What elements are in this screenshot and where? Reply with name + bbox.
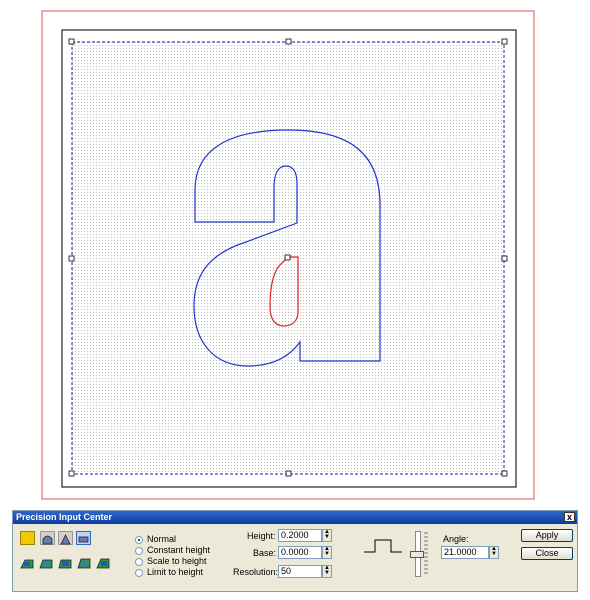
resolution-label: Resolution: xyxy=(233,567,279,577)
panel-titlebar[interactable]: Precision Input Center x xyxy=(13,511,577,524)
base-label: Base: xyxy=(253,548,277,558)
mode-constant-height-radio[interactable] xyxy=(135,547,143,555)
mode-limit-to-height-label: Limit to height xyxy=(147,567,204,577)
angle-slider-thumb[interactable] xyxy=(410,551,424,558)
flat-icon[interactable] xyxy=(76,531,91,545)
height-spinner[interactable]: ▲ ▼ xyxy=(322,529,332,542)
anchor-handle[interactable] xyxy=(284,254,291,261)
close-button[interactable]: Close xyxy=(521,547,573,560)
bevel-5-icon[interactable] xyxy=(96,556,111,570)
angle-input[interactable]: 21.0000 xyxy=(441,546,489,559)
slider-ticks xyxy=(424,532,428,574)
angle-label: Angle: xyxy=(443,534,469,544)
square-icon[interactable] xyxy=(20,531,35,545)
design-canvas[interactable] xyxy=(0,0,590,505)
panel-title: Precision Input Center xyxy=(16,512,113,522)
mode-limit-to-height-radio[interactable] xyxy=(135,569,143,577)
dome-icon[interactable] xyxy=(40,531,55,545)
height-label: Height: xyxy=(247,531,276,541)
mode-constant-height-label: Constant height xyxy=(147,545,211,555)
bevel-2-icon[interactable] xyxy=(39,556,54,570)
base-input[interactable]: 0.0000 xyxy=(278,546,322,559)
bevel-1-icon[interactable] xyxy=(20,556,35,570)
arch-icon[interactable] xyxy=(58,531,73,545)
height-input[interactable]: 0.2000 xyxy=(278,529,322,542)
precision-input-panel: Precision Input Center x Normal Constant… xyxy=(12,510,578,592)
bevel-4-icon[interactable] xyxy=(77,556,92,570)
profile-preview-icon xyxy=(364,539,402,553)
mode-normal-label: Normal xyxy=(147,534,177,544)
apply-button[interactable]: Apply xyxy=(521,529,573,542)
base-spinner[interactable]: ▲ ▼ xyxy=(322,546,332,559)
angle-spinner[interactable]: ▲ ▼ xyxy=(489,546,499,559)
mode-scale-to-height-radio[interactable] xyxy=(135,558,143,566)
close-icon[interactable]: x xyxy=(564,512,575,522)
mode-scale-to-height-label: Scale to height xyxy=(147,556,207,566)
mode-normal-radio[interactable] xyxy=(135,536,143,544)
resolution-input[interactable]: 50 xyxy=(278,565,322,578)
bevel-3-icon[interactable] xyxy=(58,556,73,570)
resolution-spinner[interactable]: ▲ ▼ xyxy=(322,565,332,578)
